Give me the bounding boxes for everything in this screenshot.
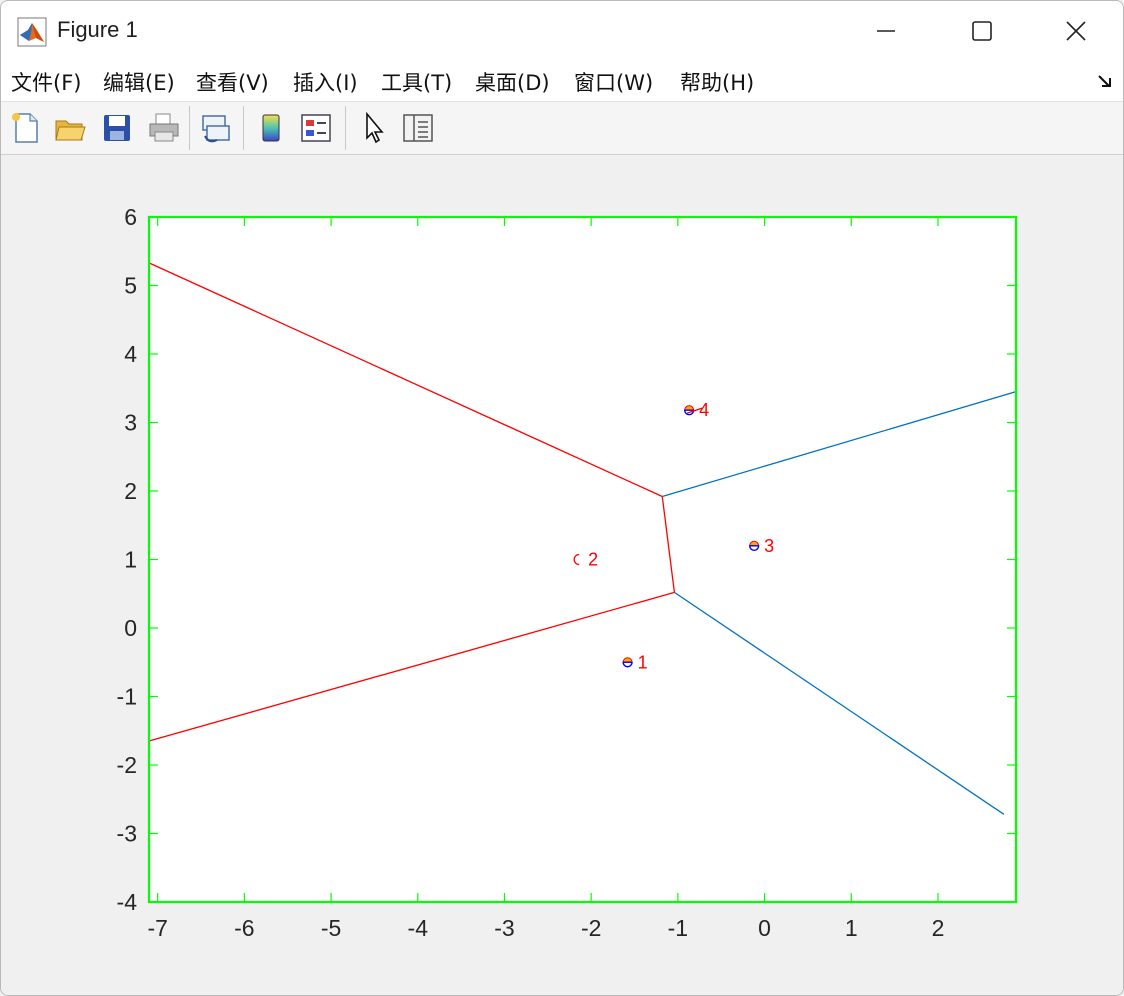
save-button[interactable] <box>101 110 135 146</box>
plot-area <box>149 217 1016 902</box>
x-tick-label: 0 <box>758 915 771 941</box>
menu-tools[interactable]: 工具(T) <box>381 67 452 97</box>
dock-arrow-icon[interactable] <box>1097 73 1113 89</box>
voronoi-plot[interactable]: 1 2 3 4 -7 -6 -5 -4 -3 -2 -1 0 1 2 6 5 4 3 2 1 0 -1 -2 -3 -4 <box>1 155 1123 995</box>
y-tick-label: -4 <box>117 889 138 915</box>
x-tick-label: -2 <box>581 915 601 941</box>
figure-toolbar <box>1 102 1123 155</box>
menu-edit[interactable]: 编辑(E) <box>103 67 175 97</box>
x-tick-label: -3 <box>494 915 514 941</box>
print-button[interactable] <box>147 110 181 146</box>
window-title: Figure 1 <box>57 17 138 42</box>
toolbar-separator <box>189 106 190 150</box>
new-figure-button[interactable] <box>9 110 43 146</box>
menu-window[interactable]: 窗口(W) <box>574 67 653 97</box>
edit-plot-button[interactable] <box>357 110 391 146</box>
menu-bar: 文件(F) 编辑(E) 查看(V) 插入(I) 工具(T) 桌面(D) 窗口(W… <box>1 61 1123 102</box>
insert-colorbar-button[interactable] <box>255 110 289 146</box>
y-tick-label: -3 <box>117 821 137 847</box>
print-icon <box>149 113 179 142</box>
maximize-button[interactable] <box>959 9 1005 53</box>
site-label: 4 <box>699 400 709 420</box>
site-label: 3 <box>764 536 774 556</box>
insert-legend-icon <box>301 114 331 142</box>
link-plot-icon <box>202 115 230 143</box>
x-tick-label: -7 <box>147 915 167 941</box>
toolbar-separator <box>345 106 346 150</box>
edit-plot-pointer-icon <box>366 111 384 144</box>
minimize-button[interactable] <box>863 9 909 53</box>
close-button[interactable] <box>1053 9 1099 53</box>
insert-colorbar-icon <box>262 114 280 142</box>
menu-file[interactable]: 文件(F) <box>11 67 81 97</box>
y-tick-label: 4 <box>124 341 137 367</box>
menu-desktop[interactable]: 桌面(D) <box>475 67 550 97</box>
maximize-icon <box>972 21 992 41</box>
property-inspector-button[interactable] <box>401 110 435 146</box>
menu-view[interactable]: 查看(V) <box>196 67 269 97</box>
x-tick-label: 1 <box>845 915 858 941</box>
figure-window: Figure 1 文件(F) 编辑(E) 查看(V) 插入(I) 工具(T) 桌… <box>0 0 1124 996</box>
new-figure-icon <box>12 113 38 143</box>
x-tick-label: -4 <box>408 915 429 941</box>
insert-legend-button[interactable] <box>299 110 333 146</box>
x-tick-label: -5 <box>321 915 341 941</box>
y-tick-label: 6 <box>124 204 137 230</box>
menu-help[interactable]: 帮助(H) <box>680 67 754 97</box>
x-tick-label: -6 <box>234 915 254 941</box>
minimize-icon <box>877 30 895 32</box>
toolbar-separator <box>243 106 244 150</box>
y-tick-label: -1 <box>117 684 137 710</box>
link-plot-button[interactable] <box>199 110 233 146</box>
y-tick-label: 0 <box>124 615 137 641</box>
close-icon <box>1066 21 1086 41</box>
y-tick-label: 2 <box>124 478 137 504</box>
x-tick-label: -1 <box>668 915 688 941</box>
figure-canvas: 1 2 3 4 -7 -6 -5 -4 -3 -2 -1 0 1 2 6 5 4 3 2 1 0 -1 -2 -3 -4 <box>1 155 1123 995</box>
matlab-logo-icon <box>17 17 47 47</box>
menu-insert[interactable]: 插入(I) <box>293 67 358 97</box>
property-inspector-icon <box>403 114 433 142</box>
save-icon <box>104 115 130 141</box>
x-tick-label: 2 <box>932 915 945 941</box>
open-file-icon <box>55 120 86 141</box>
site-label: 1 <box>638 652 648 672</box>
y-tick-label: 1 <box>124 547 137 573</box>
site-label: 2 <box>588 550 598 570</box>
y-tick-label: 5 <box>124 273 137 299</box>
open-file-button[interactable] <box>53 110 87 146</box>
title-bar: Figure 1 <box>1 1 1123 61</box>
y-tick-label: 3 <box>124 410 137 436</box>
y-tick-label: -2 <box>117 752 137 778</box>
